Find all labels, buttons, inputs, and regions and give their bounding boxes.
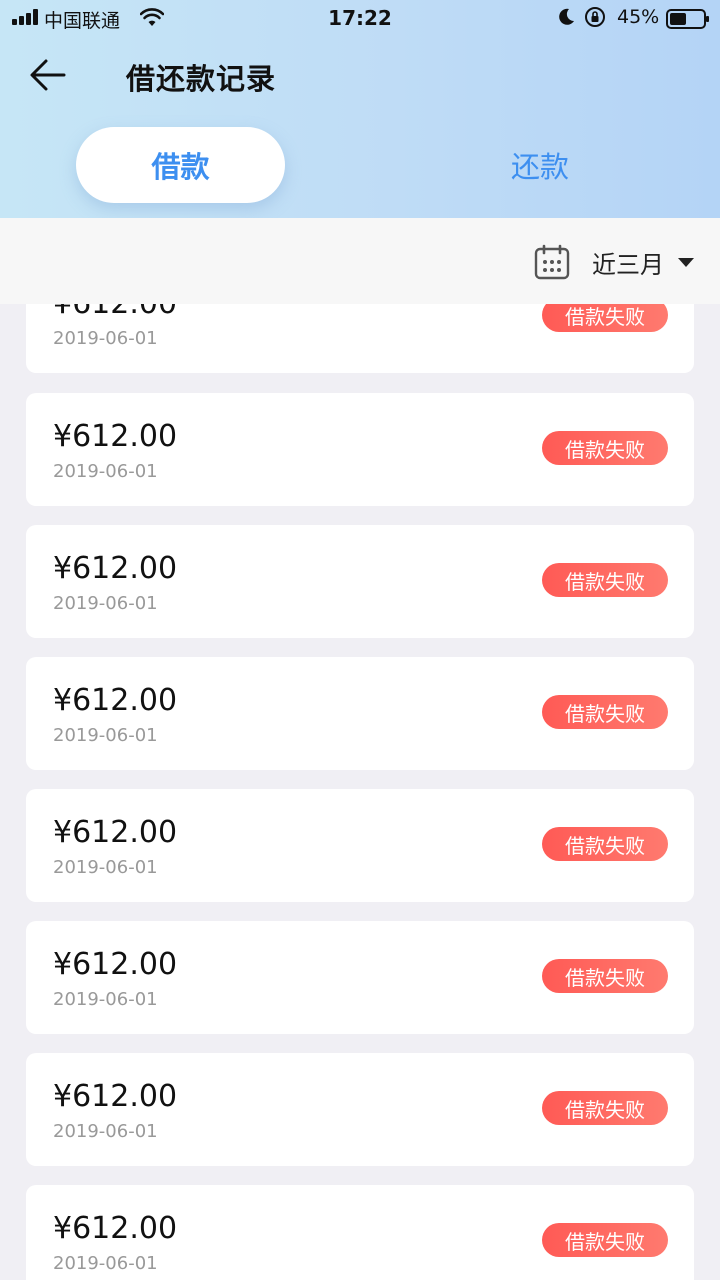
record-date: 2019-06-01 [53, 328, 158, 349]
tab-borrow[interactable]: 借款 [76, 127, 285, 203]
record-amount: ¥612.00 [53, 683, 178, 718]
dropdown-caret-icon [678, 257, 694, 267]
page-title: 借还款记录 [126, 62, 277, 96]
tab-repay[interactable]: 还款 [440, 127, 640, 203]
record-date: 2019-06-01 [53, 989, 158, 1010]
record-date: 2019-06-01 [53, 1253, 158, 1274]
status-badge: 借款失败 [542, 695, 668, 729]
battery-icon [666, 9, 709, 29]
filter-bar: 近三月 [0, 218, 720, 304]
record-card[interactable]: ¥612.00 2019-06-01 借款失败 [26, 393, 694, 506]
record-amount: ¥612.00 [53, 304, 177, 321]
record-date: 2019-06-01 [53, 725, 158, 746]
record-card[interactable]: ¥612.00 2019-06-01 借款失败 [26, 1053, 694, 1166]
record-date: 2019-06-01 [53, 593, 158, 614]
record-card[interactable]: ¥612.00 2019-06-01 借款失败 [26, 1185, 694, 1280]
header: 中国联通 17:22 45% 借还款记录 借款 还款 [0, 0, 720, 218]
record-card[interactable]: ¥612.00 2019-06-01 借款失败 [26, 525, 694, 638]
back-arrow-icon[interactable] [28, 56, 68, 94]
record-amount: ¥612.00 [53, 947, 178, 982]
rotation-lock-icon [585, 7, 605, 27]
moon-icon [559, 8, 574, 25]
calendar-icon [534, 244, 570, 280]
status-badge: 借款失败 [542, 827, 668, 861]
record-amount: ¥612.00 [53, 1211, 178, 1246]
record-card[interactable]: ¥612.00 2019-06-01 借款失败 [26, 304, 694, 373]
record-amount: ¥612.00 [53, 419, 178, 454]
status-badge: 借款失败 [542, 959, 668, 993]
status-bar: 中国联通 17:22 45% [0, 0, 720, 38]
status-time: 17:22 [328, 6, 392, 30]
record-date: 2019-06-01 [53, 461, 158, 482]
record-list[interactable]: ¥612.00 2019-06-01 借款失败 ¥612.00 2019-06-… [0, 304, 720, 1280]
status-badge: 借款失败 [542, 1091, 668, 1125]
record-card[interactable]: ¥612.00 2019-06-01 借款失败 [26, 657, 694, 770]
status-badge: 借款失败 [542, 563, 668, 597]
record-amount: ¥612.00 [53, 815, 178, 850]
status-badge: 借款失败 [542, 431, 668, 465]
record-date: 2019-06-01 [53, 1121, 158, 1142]
record-card[interactable]: ¥612.00 2019-06-01 借款失败 [26, 921, 694, 1034]
record-amount: ¥612.00 [53, 1079, 178, 1114]
record-amount: ¥612.00 [53, 551, 178, 586]
status-badge: 借款失败 [542, 304, 668, 332]
date-range-filter[interactable]: 近三月 [534, 242, 694, 282]
record-card[interactable]: ¥612.00 2019-06-01 借款失败 [26, 789, 694, 902]
status-badge: 借款失败 [542, 1223, 668, 1257]
filter-label: 近三月 [592, 250, 664, 279]
record-date: 2019-06-01 [53, 857, 158, 878]
battery-percent: 45% [617, 6, 660, 28]
